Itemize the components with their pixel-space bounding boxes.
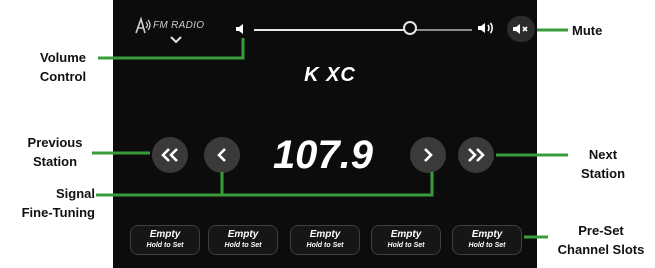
callout-text: Next — [588, 147, 618, 162]
callout-text: Pre-Set — [578, 223, 624, 238]
callout-text: Channel Slots — [557, 242, 645, 257]
callout-text: Volume — [40, 50, 86, 65]
callout-text: Station — [32, 154, 78, 169]
preset-slots-callout: Pre-Set Channel Slots — [548, 221, 654, 259]
callout-text: Station — [580, 166, 626, 181]
signal-fine-tuning-callout: Signal Fine-Tuning — [2, 184, 95, 222]
callout-text: Previous — [27, 135, 83, 150]
callout-text: Control — [39, 69, 87, 84]
volume-control-callout-line — [98, 38, 245, 60]
callout-text: Signal — [55, 186, 95, 201]
previous-station-callout: Previous Station — [20, 133, 90, 171]
callout-text: Fine-Tuning — [21, 205, 95, 220]
signal-fine-tuning-callout-line — [220, 172, 434, 197]
mute-callout: Mute — [572, 23, 603, 38]
volume-control-callout: Volume Control — [28, 48, 98, 86]
next-station-callout: Next Station — [568, 145, 638, 183]
